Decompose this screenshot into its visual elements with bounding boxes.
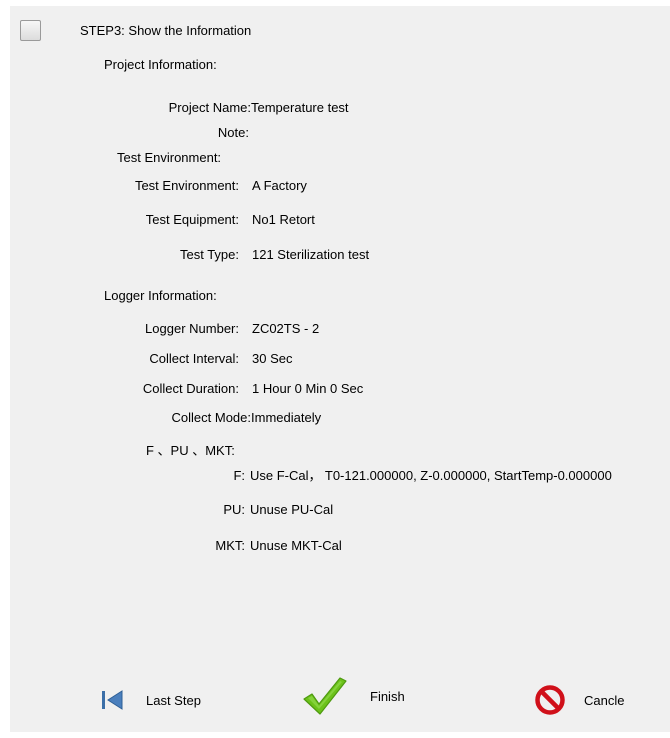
test-type-value: 121 Sterilization test <box>252 247 370 262</box>
collect-mode-label: Collect Mode: <box>171 410 251 425</box>
pu-value: Unuse PU-Cal <box>250 502 334 517</box>
project-name-label: Project Name: <box>168 100 251 115</box>
step-title: STEP3: Show the Information <box>80 23 252 38</box>
mkt-value: Unuse MKT-Cal <box>250 538 342 553</box>
pu-label: PU: <box>223 502 245 517</box>
skip-back-icon <box>98 689 128 711</box>
wizard-panel: STEP3: Show the Information Project Info… <box>10 6 670 732</box>
test-type-label: Test Type: <box>179 247 239 262</box>
step-checkbox[interactable] <box>20 20 41 41</box>
finish-label: Finish <box>370 688 405 704</box>
cancel-label: Cancle <box>584 692 625 708</box>
last-step-label: Last Step <box>146 692 201 708</box>
finish-button[interactable]: Finish <box>300 676 405 716</box>
project-name-value: Temperature test <box>251 100 349 115</box>
logger-number-label: Logger Number: <box>145 321 239 336</box>
collect-duration-label: Collect Duration: <box>142 381 239 396</box>
test-equipment-value: No1 Retort <box>252 212 315 227</box>
collect-duration-value: 1 Hour 0 Min 0 Sec <box>252 381 364 396</box>
project-section-label: Project Information: <box>104 57 217 72</box>
collect-interval-value: 30 Sec <box>252 351 293 366</box>
mkt-label: MKT: <box>215 538 245 553</box>
check-icon <box>300 674 348 718</box>
cancel-button[interactable]: Cancle <box>534 680 624 720</box>
test-environment-value: A Factory <box>252 178 307 193</box>
logger-number-value: ZC02TS - 2 <box>252 321 320 336</box>
collect-interval-label: Collect Interval: <box>149 351 239 366</box>
collect-mode-value: Immediately <box>251 410 322 425</box>
test-equipment-label: Test Equipment: <box>145 212 239 227</box>
last-step-button[interactable]: Last Step <box>98 680 201 720</box>
test-environment-label: Test Environment: <box>134 178 239 193</box>
f-label: F: <box>233 468 245 483</box>
calc-section-label: F 、PU 、MKT: <box>146 443 235 458</box>
f-value: Use F-Cal， T0-121.000000, Z-0.000000, St… <box>250 468 612 483</box>
note-label: Note: <box>217 125 249 140</box>
test-environment-section-label: Test Environment: <box>117 150 222 165</box>
prohibited-icon <box>534 684 566 716</box>
logger-section-label: Logger Information: <box>104 288 217 303</box>
